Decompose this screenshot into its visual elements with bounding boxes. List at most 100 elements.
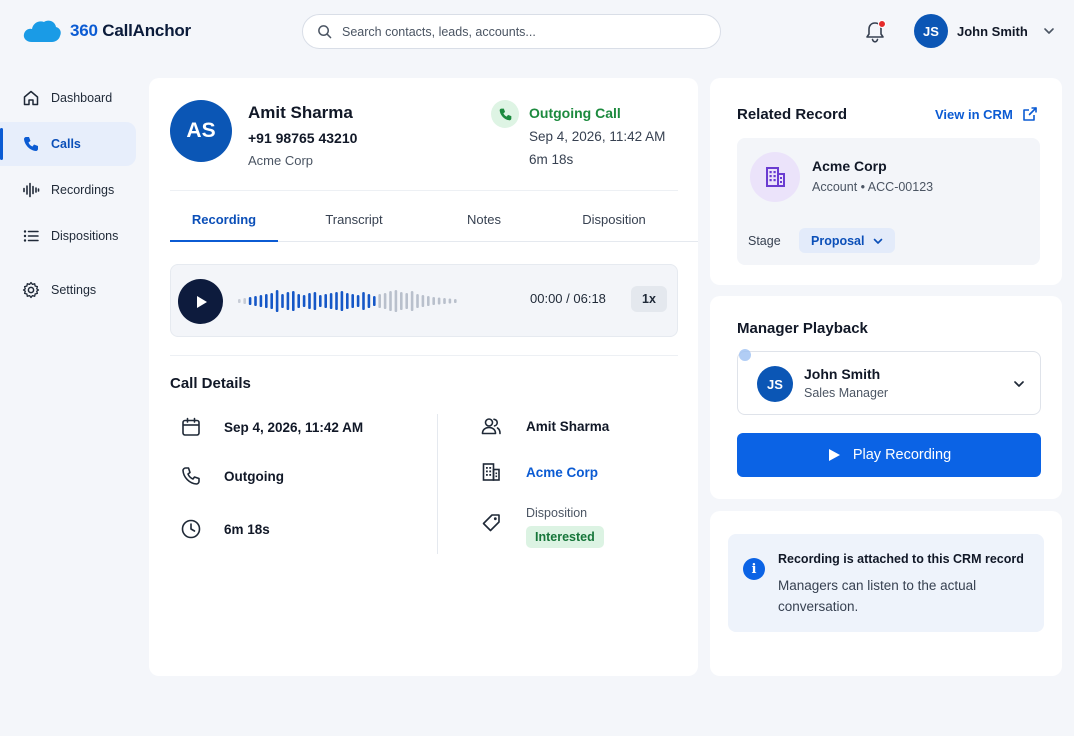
company-link[interactable]: Acme Corp	[526, 465, 598, 480]
waveform-bar	[448, 298, 452, 304]
global-search[interactable]	[302, 14, 721, 49]
contact-company: Acme Corp	[248, 153, 314, 168]
detail-date-value: Sep 4, 2026, 11:42 AM	[224, 419, 364, 435]
player-divider	[170, 355, 678, 356]
call-details-title: Call Details	[170, 375, 251, 392]
contact-avatar: AS	[170, 100, 232, 162]
sidebar-item-dispositions[interactable]: Dispositions	[0, 214, 140, 258]
waveform-bar	[410, 291, 414, 311]
waveform-bar	[378, 294, 381, 308]
waveform-bar	[362, 292, 365, 310]
manager-playback-title: Manager Playback	[737, 320, 868, 337]
user-menu[interactable]: JS John Smith	[914, 14, 1055, 48]
waveform-bar	[238, 299, 241, 303]
call-datetime: Sep 4, 2026, 11:42 AM	[529, 129, 666, 144]
chevron-down-icon	[1043, 28, 1054, 34]
waveform-bar	[394, 290, 398, 312]
outgoing-call-icon	[491, 100, 519, 128]
detail-contact-value: Amit Sharma	[526, 418, 610, 434]
waveform-bar	[432, 297, 435, 305]
phone-outline-icon	[182, 467, 200, 485]
waveform-bar	[389, 291, 392, 311]
top-header: 360 CallAnchor JS John Smith	[0, 0, 1074, 64]
waveform-bar	[248, 297, 252, 305]
call-tabs: Recording Transcript Notes Disposition	[170, 202, 698, 242]
waveform-bar	[421, 295, 425, 307]
sidebar-item-settings[interactable]: Settings	[0, 268, 140, 312]
waveform-bar	[319, 295, 322, 307]
contact-name: Amit Sharma	[248, 103, 353, 122]
play-recording-button[interactable]: Play Recording	[737, 433, 1041, 477]
waveform-bar	[270, 293, 273, 309]
view-in-crm-label: View in CRM	[935, 106, 1013, 122]
call-type: Outgoing Call	[529, 105, 621, 121]
play-recording-label: Play Recording	[852, 447, 952, 463]
waveform-bar	[400, 292, 403, 310]
notifications-button[interactable]	[864, 20, 886, 44]
home-icon	[23, 90, 39, 106]
info-title: Recording is attached to this CRM record	[778, 552, 1024, 566]
tab-recording[interactable]: Recording	[170, 202, 278, 242]
waveform-bar	[281, 294, 284, 308]
sidebar-item-dashboard[interactable]: Dashboard	[0, 76, 140, 120]
waveform-bar	[356, 295, 360, 307]
manager-name: John Smith	[804, 366, 881, 382]
play-icon	[196, 295, 207, 308]
audio-waveform[interactable]	[238, 287, 468, 315]
search-input[interactable]	[342, 24, 702, 39]
waveform-bar	[329, 293, 333, 309]
waveform-bar	[292, 291, 295, 311]
detail-disposition: Disposition Interested	[480, 506, 604, 548]
phone-icon	[24, 137, 38, 151]
contact-header: AS Amit Sharma +91 98765 43210 Acme Corp	[170, 100, 357, 168]
waveform-bar	[443, 298, 446, 304]
contact-phone: +91 98765 43210	[248, 130, 358, 146]
waveform-bar	[265, 294, 268, 308]
user-avatar: JS	[914, 14, 948, 48]
user-name: John Smith	[957, 23, 1028, 39]
detail-duration: 6m 18s	[180, 518, 270, 540]
detail-contact: Amit Sharma	[480, 415, 609, 437]
waveform-bar	[297, 294, 300, 308]
sidebar-item-label: Dispositions	[51, 229, 119, 243]
building-icon	[482, 463, 500, 481]
users-icon	[481, 418, 501, 435]
info-icon: i	[743, 558, 765, 580]
call-summary: Outgoing Call Sep 4, 2026, 11:42 AM 6m 1…	[491, 100, 665, 167]
notification-badge	[878, 20, 886, 28]
sidebar-item-label: Calls	[51, 137, 81, 151]
tab-notes[interactable]: Notes	[430, 202, 538, 241]
info-text: Managers can listen to the actual conver…	[778, 578, 977, 614]
stage-dropdown[interactable]: Proposal	[799, 228, 895, 253]
tab-disposition[interactable]: Disposition	[560, 202, 668, 241]
focus-indicator	[739, 349, 751, 361]
playback-speed-button[interactable]: 1x	[631, 286, 667, 312]
waveform-bar	[335, 292, 338, 310]
search-icon	[318, 25, 332, 39]
waveform-bar	[427, 296, 430, 306]
waveform-bar	[302, 295, 306, 307]
waveform-bar	[324, 294, 327, 308]
tab-transcript[interactable]: Transcript	[300, 202, 408, 241]
external-link-icon	[1022, 107, 1037, 121]
waveform-bar	[259, 295, 263, 307]
waveform-icon	[23, 182, 40, 198]
play-icon	[828, 449, 840, 461]
view-in-crm-link[interactable]: View in CRM	[935, 106, 1038, 122]
sidebar-item-label: Recordings	[51, 183, 115, 197]
sidebar-item-recordings[interactable]: Recordings	[0, 168, 140, 212]
related-account[interactable]: Acme Corp Account • ACC-00123 Stage Prop…	[737, 138, 1040, 265]
waveform-bar	[405, 293, 408, 309]
app-logo[interactable]: 360 CallAnchor	[22, 16, 191, 46]
waveform-bar	[351, 294, 354, 308]
cloud-logo-icon	[23, 20, 61, 42]
call-duration: 6m 18s	[529, 152, 574, 167]
waveform-bar	[340, 291, 344, 311]
play-button[interactable]	[178, 279, 223, 324]
header-divider	[170, 190, 678, 191]
manager-role: Sales Manager	[804, 386, 889, 400]
sidebar-item-calls[interactable]: Calls	[0, 122, 136, 166]
manager-select[interactable]: JS John Smith Sales Manager	[737, 349, 1041, 415]
waveform-bar	[286, 292, 290, 310]
